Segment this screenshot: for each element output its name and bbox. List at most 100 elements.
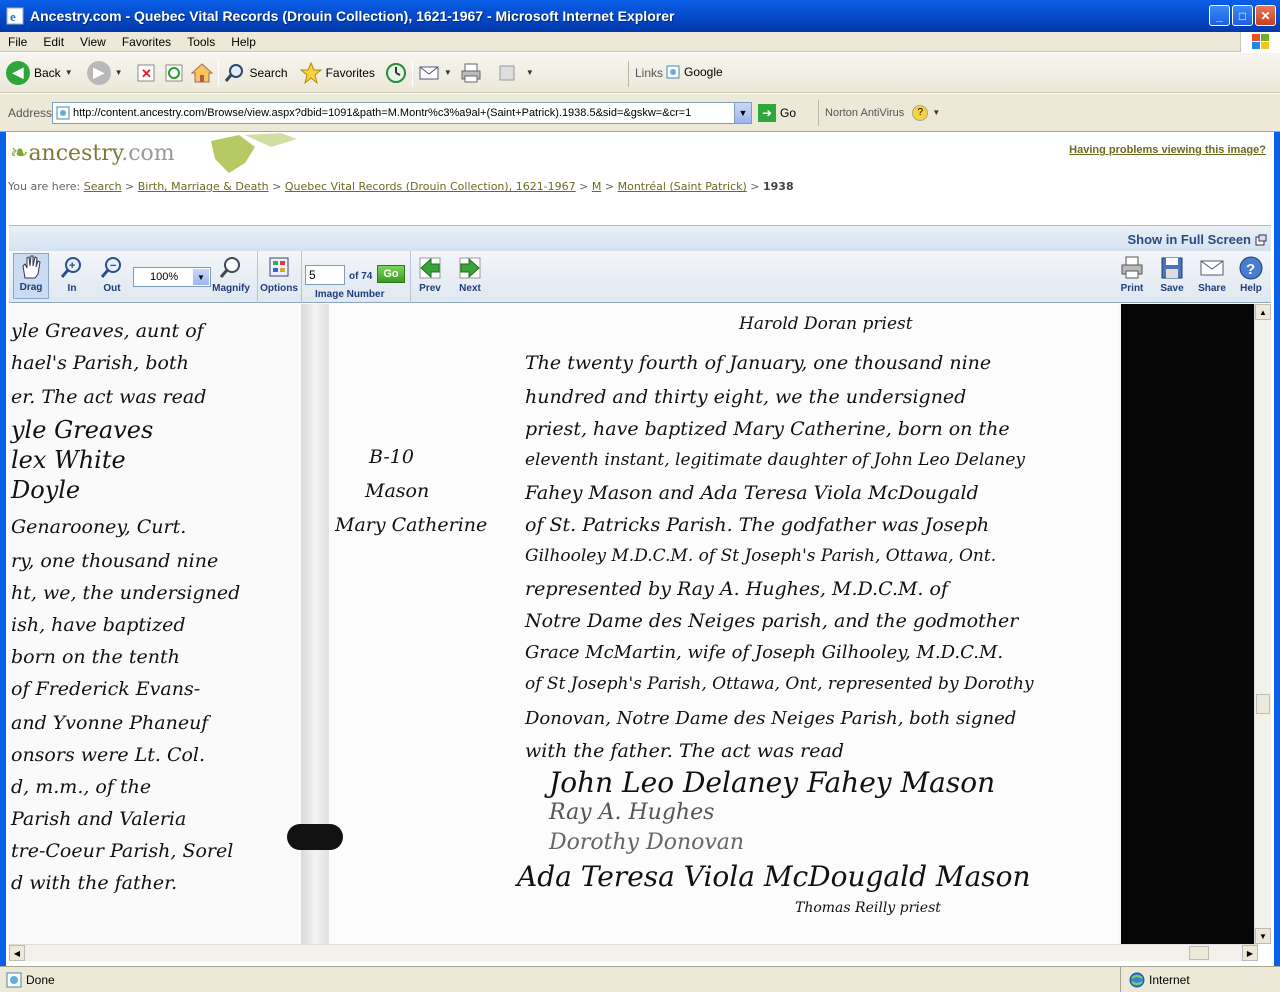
breadcrumb-quebec-vital-records[interactable]: Quebec Vital Records (Drouin Collection)… — [285, 180, 576, 193]
scroll-down-arrow-icon[interactable]: ▼ — [1255, 928, 1271, 944]
site-header: ❧ancestry.com Having problems viewing th… — [6, 133, 1274, 225]
printer-icon — [460, 62, 482, 84]
svg-text:+: + — [69, 260, 75, 272]
left-signature: Doyle — [11, 476, 81, 504]
options-icon — [269, 257, 289, 277]
edit-button[interactable]: ▼ — [496, 57, 534, 89]
page-icon — [56, 106, 70, 119]
record-line: priest, have baptized Mary Catherine, bo… — [525, 418, 1010, 440]
image-number-input[interactable]: 5 — [305, 265, 345, 285]
record-surname: Mason — [365, 480, 430, 502]
window-border-right — [1274, 132, 1280, 966]
menu-view[interactable]: View — [72, 35, 114, 49]
stop-button[interactable]: ✕ — [135, 57, 157, 89]
address-label: Address — [8, 105, 53, 120]
fullscreen-link[interactable]: Show in Full Screen — [1127, 232, 1267, 247]
norton-dropdown-icon[interactable]: ▼ — [932, 108, 940, 117]
record-image[interactable]: yle Greaves, aunt of hael's Parish, both… — [9, 304, 1258, 944]
left-line: d, m.m., of the — [11, 776, 152, 798]
toolbar-separator — [818, 99, 820, 126]
menu-file[interactable]: File — [0, 35, 35, 49]
left-line: hael's Parish, both — [11, 352, 189, 374]
record-line: represented by Ray A. Hughes, M.D.C.M. o… — [525, 578, 948, 600]
record-line: with the father. The act was read — [525, 740, 844, 762]
mother-signature: Ada Teresa Viola McDougald Mason — [517, 860, 1031, 893]
scroll-left-arrow-icon[interactable]: ◀ — [9, 945, 25, 961]
go-button[interactable]: ➜ Go — [758, 103, 796, 122]
image-go-button[interactable]: Go — [377, 265, 405, 283]
scroll-right-arrow-icon[interactable]: ▶ — [1242, 945, 1258, 961]
record-line: Notre Dame des Neiges parish, and the go… — [525, 610, 1019, 632]
print-button[interactable] — [460, 57, 482, 89]
history-button[interactable] — [385, 57, 407, 89]
viewer-separator — [257, 251, 258, 303]
back-button[interactable]: ◀ Back ▼ — [6, 57, 73, 89]
stop-icon: ✕ — [135, 62, 157, 84]
page-done-icon — [6, 972, 22, 988]
mail-icon — [418, 62, 440, 84]
help-tool[interactable]: ? Help — [1235, 255, 1267, 294]
maximize-button[interactable]: □ — [1232, 5, 1253, 26]
prev-button[interactable]: Prev — [413, 255, 447, 294]
record-line: Donovan, Notre Dame des Neiges Parish, b… — [525, 708, 1017, 729]
home-button[interactable] — [190, 57, 213, 89]
breadcrumb-search[interactable]: Search — [84, 180, 122, 193]
horizontal-scrollbar[interactable]: ◀ ▶ — [9, 944, 1258, 961]
zoom-select[interactable]: 100% ▼ — [133, 267, 211, 287]
horizontal-scroll-thumb[interactable] — [1189, 946, 1209, 960]
address-input[interactable]: http://content.ancestry.com/Browse/view.… — [52, 101, 752, 124]
left-line: yle Greaves, aunt of — [11, 320, 204, 342]
zoom-in-tool[interactable]: + In — [57, 255, 87, 294]
close-button[interactable]: ✕ — [1255, 5, 1276, 26]
options-tool[interactable]: Options — [259, 255, 299, 294]
menu-help[interactable]: Help — [223, 35, 264, 49]
scroll-up-arrow-icon[interactable]: ▲ — [1255, 304, 1271, 320]
zoom-out-tool[interactable]: − Out — [97, 255, 127, 294]
share-tool[interactable]: Share — [1195, 255, 1229, 294]
mail-dropdown-icon[interactable]: ▼ — [444, 68, 452, 77]
menu-favorites[interactable]: Favorites — [114, 35, 179, 49]
address-url: http://content.ancestry.com/Browse/view.… — [73, 106, 692, 119]
search-icon — [224, 62, 246, 84]
favorites-button[interactable]: Favorites — [299, 57, 375, 89]
save-tool[interactable]: Save — [1155, 255, 1189, 294]
ancestry-logo[interactable]: ❧ancestry.com — [10, 141, 175, 166]
problem-viewing-link[interactable]: Having problems viewing this image? — [1069, 144, 1266, 156]
google-link[interactable]: Google — [666, 65, 723, 79]
fullscreen-icon — [1255, 234, 1267, 245]
vertical-scroll-thumb[interactable] — [1256, 694, 1270, 714]
breadcrumb-montreal-saint-patrick[interactable]: Montréal (Saint Patrick) — [618, 180, 747, 193]
drag-tool[interactable]: Drag — [13, 253, 49, 299]
home-icon — [190, 62, 213, 84]
forward-button[interactable]: ▶ ▼ — [86, 57, 123, 89]
menu-tools[interactable]: Tools — [179, 35, 223, 49]
mail-button[interactable]: ▼ — [418, 57, 452, 89]
father-signature: John Leo Delaney Fahey Mason — [549, 766, 996, 799]
address-dropdown-icon[interactable]: ▼ — [734, 102, 751, 123]
vertical-scrollbar[interactable]: ▲ ▼ — [1254, 304, 1271, 944]
page-icon — [666, 65, 680, 79]
search-button[interactable]: Search — [224, 57, 288, 89]
zoom-dropdown-icon[interactable]: ▼ — [193, 269, 209, 285]
back-arrow-icon: ◀ — [6, 60, 30, 85]
next-button[interactable]: Next — [453, 255, 487, 294]
magnify-tool[interactable]: Magnify — [209, 255, 253, 294]
image-number-label: Image Number — [315, 289, 385, 300]
zoom-in-icon: + — [60, 257, 81, 278]
refresh-button[interactable] — [163, 57, 185, 89]
norton-icon[interactable]: ? — [912, 104, 929, 121]
print-tool[interactable]: Print — [1115, 255, 1149, 294]
edit-icon — [496, 62, 518, 84]
edit-dropdown-icon[interactable]: ▼ — [526, 68, 534, 77]
toolbar-separator — [411, 59, 413, 86]
viewer-separator — [410, 251, 411, 303]
minimize-button[interactable]: _ — [1209, 5, 1230, 26]
back-dropdown-icon[interactable]: ▼ — [65, 68, 73, 77]
menu-edit[interactable]: Edit — [35, 35, 72, 49]
forward-dropdown-icon[interactable]: ▼ — [115, 68, 123, 77]
breadcrumb-birth-marriage-death[interactable]: Birth, Marriage & Death — [138, 180, 269, 193]
toolbar-separator — [628, 61, 629, 87]
globe-icon — [1129, 972, 1145, 988]
breadcrumb-m[interactable]: M — [592, 180, 602, 193]
status-bar: Done Internet — [0, 966, 1280, 992]
